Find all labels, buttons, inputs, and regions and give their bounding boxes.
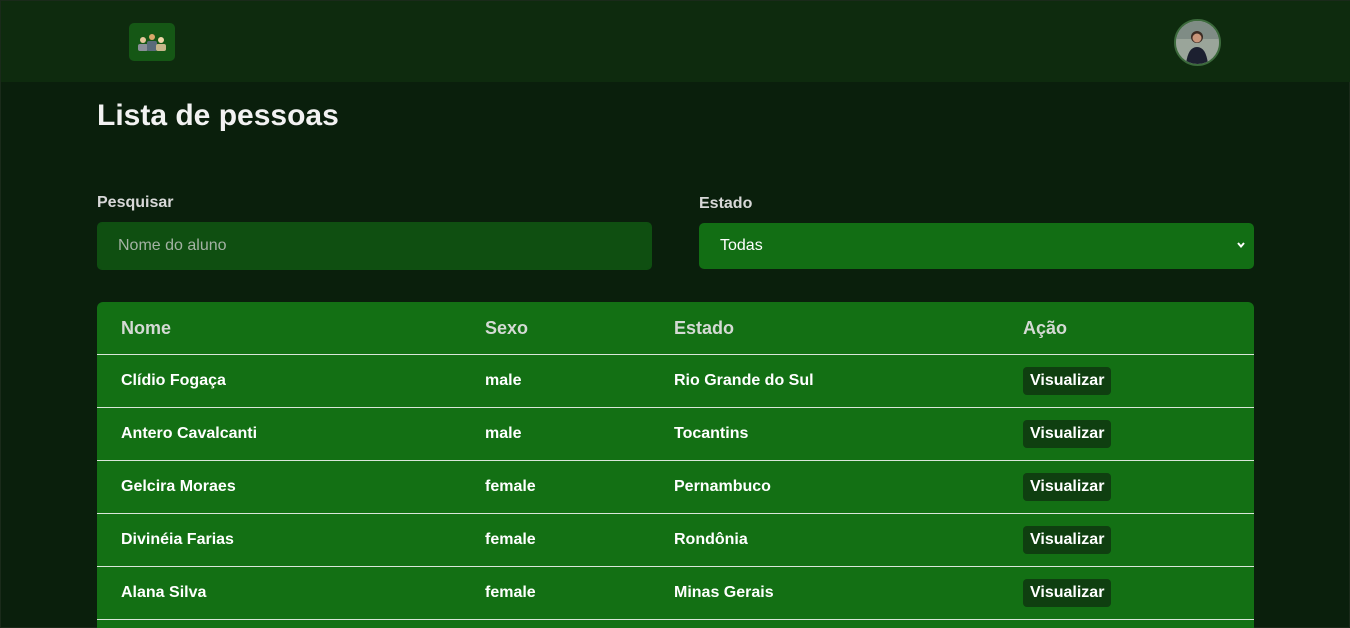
view-button[interactable]: Visualizar xyxy=(1023,367,1112,395)
table-header-row: Nome Sexo Estado Ação xyxy=(97,302,1254,355)
page-title: Lista de pessoas xyxy=(97,99,339,132)
row-state: Rondônia xyxy=(674,531,748,548)
row-sex: female xyxy=(485,584,536,601)
row-state: Rio Grande do Sul xyxy=(674,372,814,389)
table-row: Alana Silva female Minas Gerais Visualiz… xyxy=(97,567,1254,620)
row-name: Clídio Fogaça xyxy=(121,372,226,389)
chevron-down-icon xyxy=(1236,237,1246,258)
people-table: Nome Sexo Estado Ação Clídio Fogaça male… xyxy=(97,302,1254,628)
row-state: Minas Gerais xyxy=(674,584,774,601)
table-row: Antero Cavalcanti male Tocantins Visuali… xyxy=(97,408,1254,461)
search-input[interactable] xyxy=(97,222,652,270)
column-header-estado[interactable]: Estado xyxy=(674,302,734,354)
column-header-sexo[interactable]: Sexo xyxy=(485,302,528,354)
view-button[interactable]: Visualizar xyxy=(1023,526,1112,554)
search-label: Pesquisar xyxy=(97,194,174,211)
row-sex: male xyxy=(485,372,522,389)
row-name: Divinéia Farias xyxy=(121,531,234,548)
state-label: Estado xyxy=(699,195,753,212)
row-sex: male xyxy=(485,425,522,442)
row-sex: female xyxy=(485,531,536,548)
people-group-icon[interactable] xyxy=(129,23,175,61)
user-avatar[interactable] xyxy=(1174,19,1221,66)
table-row: Gelcira Moraes female Pernambuco Visuali… xyxy=(97,461,1254,514)
row-name: Alana Silva xyxy=(121,584,207,601)
table-row: Clídio Fogaça male Rio Grande do Sul Vis… xyxy=(97,355,1254,408)
row-name: Gelcira Moraes xyxy=(121,478,236,495)
row-name: Antero Cavalcanti xyxy=(121,425,258,442)
column-header-acao: Ação xyxy=(1023,317,1068,338)
row-state: Pernambuco xyxy=(674,478,771,495)
state-select-value: Todas xyxy=(720,237,763,254)
row-sex: female xyxy=(485,478,536,495)
view-button[interactable]: Visualizar xyxy=(1023,420,1112,448)
table-row: Divinéia Farias female Rondônia Visualiz… xyxy=(97,514,1254,567)
top-navbar xyxy=(1,1,1350,82)
state-select[interactable]: Todas xyxy=(699,223,1254,269)
view-button[interactable]: Visualizar xyxy=(1023,579,1112,607)
view-button[interactable]: Visualizar xyxy=(1023,473,1112,501)
row-state: Tocantins xyxy=(674,425,749,442)
column-header-nome[interactable]: Nome xyxy=(121,302,171,354)
